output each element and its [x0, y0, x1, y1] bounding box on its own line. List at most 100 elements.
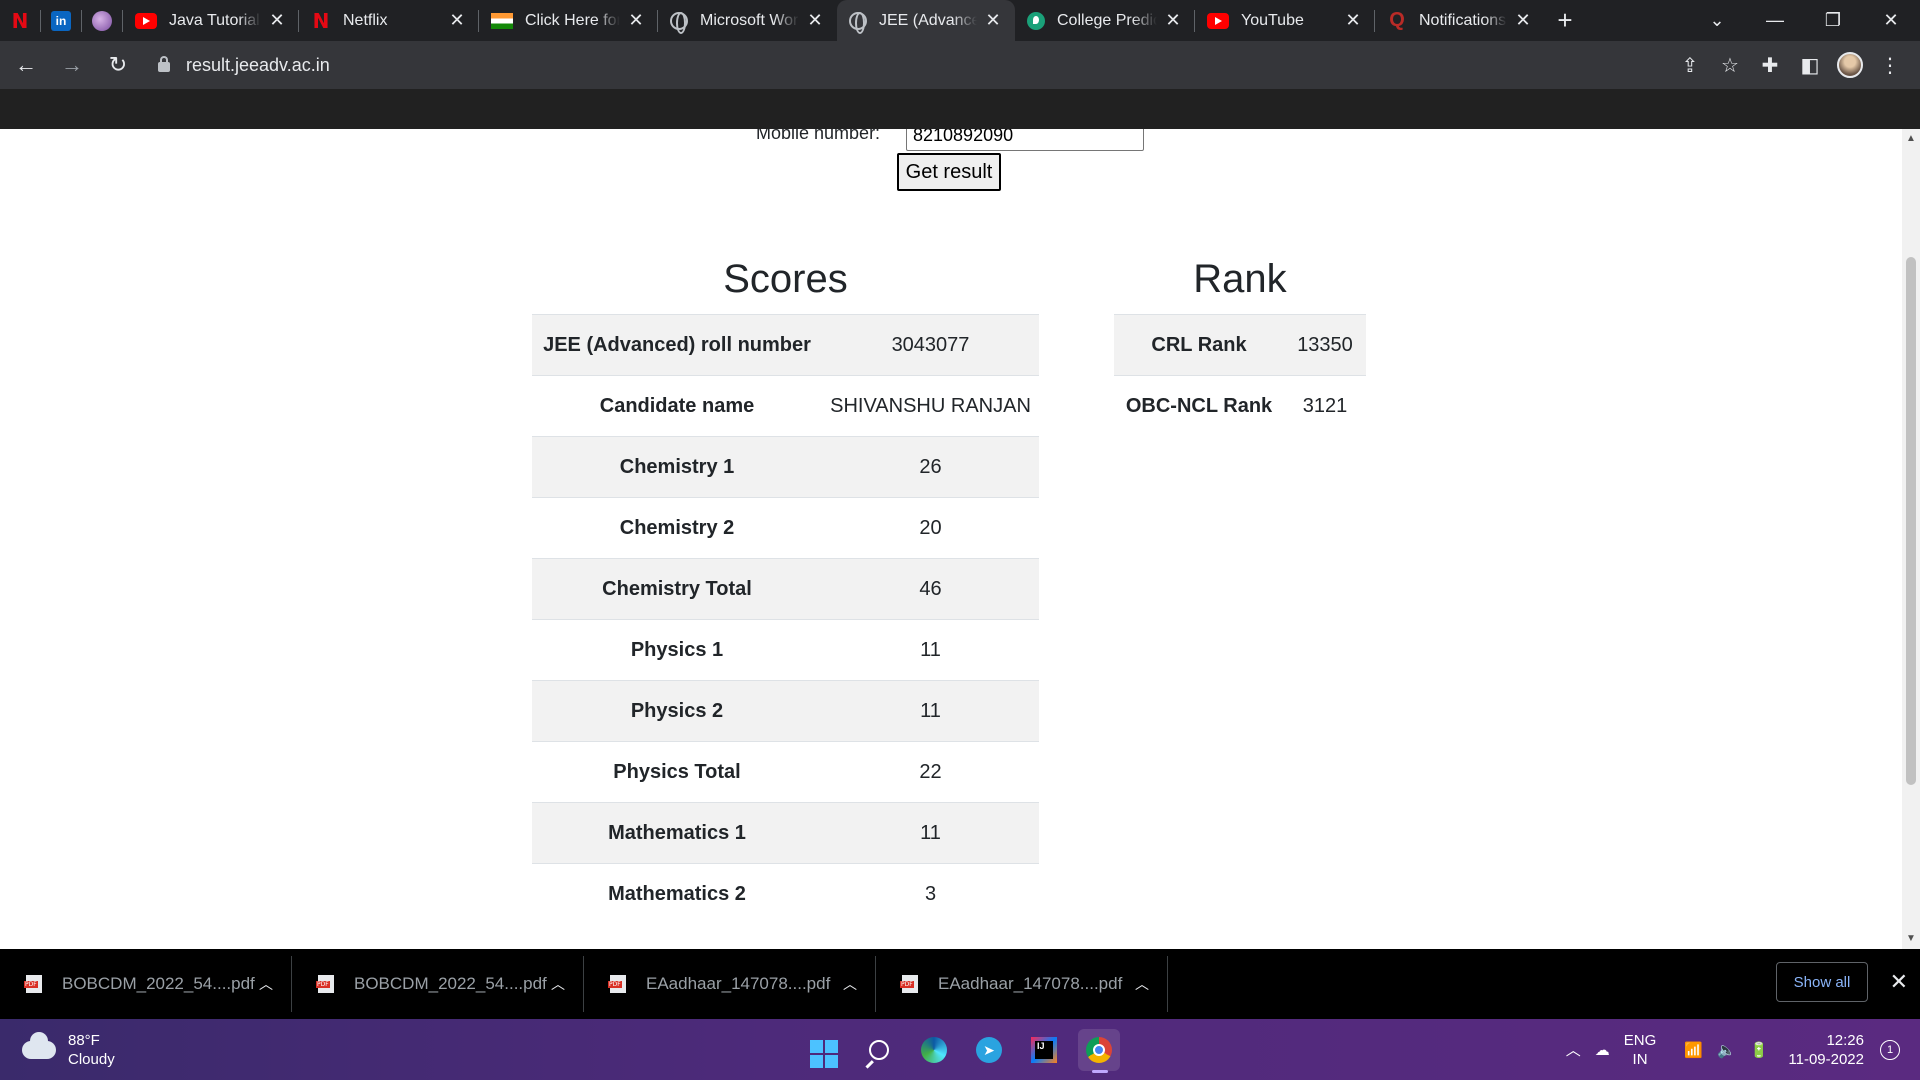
show-all-downloads-button[interactable]: Show all	[1776, 962, 1868, 1002]
quora-icon: Q	[1389, 9, 1405, 31]
close-icon[interactable]: ✕	[1513, 10, 1533, 31]
start-button[interactable]	[803, 1029, 845, 1071]
share-icon[interactable]: ⇪	[1670, 45, 1710, 85]
table-row: Physics 1 11	[532, 619, 1039, 681]
language-code: ENG	[1623, 1031, 1657, 1049]
row-label: Physics 2	[532, 680, 822, 742]
back-button[interactable]: ←	[6, 45, 46, 85]
bookmark-star-icon[interactable]: ☆	[1710, 45, 1750, 85]
tab-jee-advanced[interactable]: JEE (Advanced) ✕	[837, 0, 1015, 41]
download-item[interactable]: BOBCDM_2022_54....pdf ︿	[0, 956, 292, 1012]
edge-app[interactable]	[913, 1029, 955, 1071]
tab-click-here[interactable]: Click Here for I ✕	[479, 0, 658, 41]
scroll-down-arrow[interactable]: ▼	[1902, 931, 1920, 947]
reload-button[interactable]: ↻	[98, 45, 138, 85]
site-header-bar	[0, 89, 1920, 129]
row-label: Mathematics 1	[532, 802, 822, 864]
row-value: 13350	[1284, 314, 1366, 376]
new-tab-button[interactable]: +	[1545, 0, 1585, 41]
tab-avatar-pinned[interactable]	[82, 0, 123, 41]
download-filename: EAadhaar_147078....pdf	[938, 974, 1123, 993]
system-tray: ︿ ☁ ENG IN 📶 🔈 🔋 12:26 11-09-2022 1	[1552, 1019, 1900, 1080]
tab-java-tutorial[interactable]: Java Tutorial: G ✕	[123, 0, 299, 41]
scores-table: JEE (Advanced) roll number 3043077 Candida…	[532, 314, 1039, 925]
restore-button[interactable]: ❐	[1804, 0, 1862, 41]
weather-widget[interactable]: 88°F Cloudy	[22, 1031, 115, 1069]
scrollbar-thumb[interactable]	[1906, 257, 1916, 785]
table-row: CRL Rank 13350	[1114, 314, 1366, 376]
address-bar[interactable]: result.jeeadv.ac.in	[158, 47, 1670, 83]
close-downloads-icon[interactable]: ✕	[1890, 969, 1908, 995]
page-scrollbar[interactable]: ▲ ▼	[1902, 129, 1920, 949]
row-label: Candidate name	[532, 375, 822, 437]
row-label: Chemistry 1	[532, 436, 822, 498]
tab-youtube[interactable]: YouTube ✕	[1195, 0, 1375, 41]
side-panel-icon[interactable]: ◧	[1790, 45, 1830, 85]
download-filename: BOBCDM_2022_54....pdf	[62, 974, 255, 993]
tab-linkedin-pinned[interactable]: in	[41, 0, 82, 41]
tab-title: Notifications -	[1419, 11, 1507, 29]
scores-title: Scores	[723, 257, 848, 301]
mobile-number-input[interactable]	[906, 129, 1144, 151]
close-icon[interactable]: ✕	[1163, 10, 1183, 31]
intellij-app[interactable]: IJ	[1023, 1029, 1065, 1071]
row-value: 22	[822, 741, 1039, 803]
chrome-app[interactable]	[1078, 1029, 1120, 1073]
onedrive-cloud-icon[interactable]: ☁	[1595, 1041, 1610, 1059]
tab-netflix-pinned[interactable]: N	[0, 0, 41, 41]
battery-icon[interactable]: 🔋	[1750, 1041, 1769, 1059]
pdf-file-icon	[316, 975, 334, 993]
tab-strip: N in Java Tutorial: G ✕ N Netflix ✕ Clic…	[0, 0, 1920, 41]
tab-netflix[interactable]: N Netflix ✕	[299, 0, 479, 41]
table-row: Chemistry 2 20	[532, 497, 1039, 559]
lock-icon[interactable]	[158, 56, 170, 72]
tab-college-predictor[interactable]: College Predic ✕	[1015, 0, 1195, 41]
close-icon[interactable]: ✕	[626, 10, 646, 31]
url-text[interactable]: result.jeeadv.ac.in	[186, 55, 330, 76]
download-item[interactable]: EAadhaar_147078....pdf ︿	[584, 956, 876, 1012]
row-label: Chemistry Total	[532, 558, 822, 620]
chevron-up-icon[interactable]: ︿	[551, 974, 565, 994]
tab-title: College Predic	[1057, 11, 1157, 29]
india-flag-icon	[491, 12, 513, 29]
mobile-number-label: Mobile number:	[756, 129, 881, 143]
extensions-icon[interactable]: ✚	[1750, 45, 1790, 85]
scroll-up-arrow[interactable]: ▲	[1902, 131, 1920, 147]
close-window-button[interactable]: ✕	[1862, 0, 1920, 41]
menu-icon[interactable]: ⋮	[1870, 45, 1910, 85]
volume-icon[interactable]: 🔈	[1717, 1041, 1736, 1059]
row-value: 3043077	[822, 314, 1039, 376]
row-value: 3	[822, 863, 1039, 925]
telegram-app[interactable]: ➤	[968, 1029, 1010, 1071]
close-icon[interactable]: ✕	[983, 10, 1003, 31]
rank-table: CRL Rank 13350 OBC-NCL Rank 3121	[1114, 314, 1366, 437]
wifi-icon[interactable]: 📶	[1684, 1041, 1703, 1059]
tab-microsoft-word[interactable]: Microsoft Wor ✕	[658, 0, 837, 41]
forward-button[interactable]: →	[52, 45, 92, 85]
notification-badge[interactable]: 1	[1880, 1039, 1900, 1060]
download-item[interactable]: EAadhaar_147078....pdf ︿	[876, 956, 1168, 1012]
download-filename: BOBCDM_2022_54....pdf	[354, 974, 547, 993]
close-icon[interactable]: ✕	[805, 10, 825, 31]
tab-search-icon[interactable]: ⌄	[1688, 0, 1746, 41]
close-icon[interactable]: ✕	[1343, 10, 1363, 31]
browser-toolbar: ← → ↻ result.jeeadv.ac.in ⇪ ☆ ✚ ◧ ⋮	[0, 41, 1920, 89]
clock[interactable]: 12:26 11-09-2022	[1788, 1031, 1864, 1069]
window-controls: ⌄ — ❐ ✕	[1688, 0, 1920, 41]
college-predictor-icon	[1027, 11, 1045, 30]
minimize-button[interactable]: —	[1746, 0, 1804, 41]
profile-avatar[interactable]	[1830, 45, 1870, 85]
globe-icon	[670, 11, 688, 34]
get-result-button[interactable]: Get result	[897, 153, 1001, 191]
language-indicator[interactable]: ENG IN	[1624, 1031, 1657, 1069]
chevron-up-icon[interactable]: ︿	[259, 974, 273, 994]
download-item[interactable]: BOBCDM_2022_54....pdf ︿	[292, 956, 584, 1012]
tab-notifications[interactable]: Q Notifications - ✕	[1375, 0, 1545, 41]
chevron-up-icon[interactable]: ︿	[1566, 1039, 1581, 1060]
close-icon[interactable]: ✕	[267, 10, 287, 31]
chevron-up-icon[interactable]: ︿	[1135, 974, 1149, 994]
close-icon[interactable]: ✕	[447, 10, 467, 31]
search-button[interactable]	[858, 1029, 900, 1071]
chevron-up-icon[interactable]: ︿	[843, 974, 857, 994]
row-value: 20	[822, 497, 1039, 559]
